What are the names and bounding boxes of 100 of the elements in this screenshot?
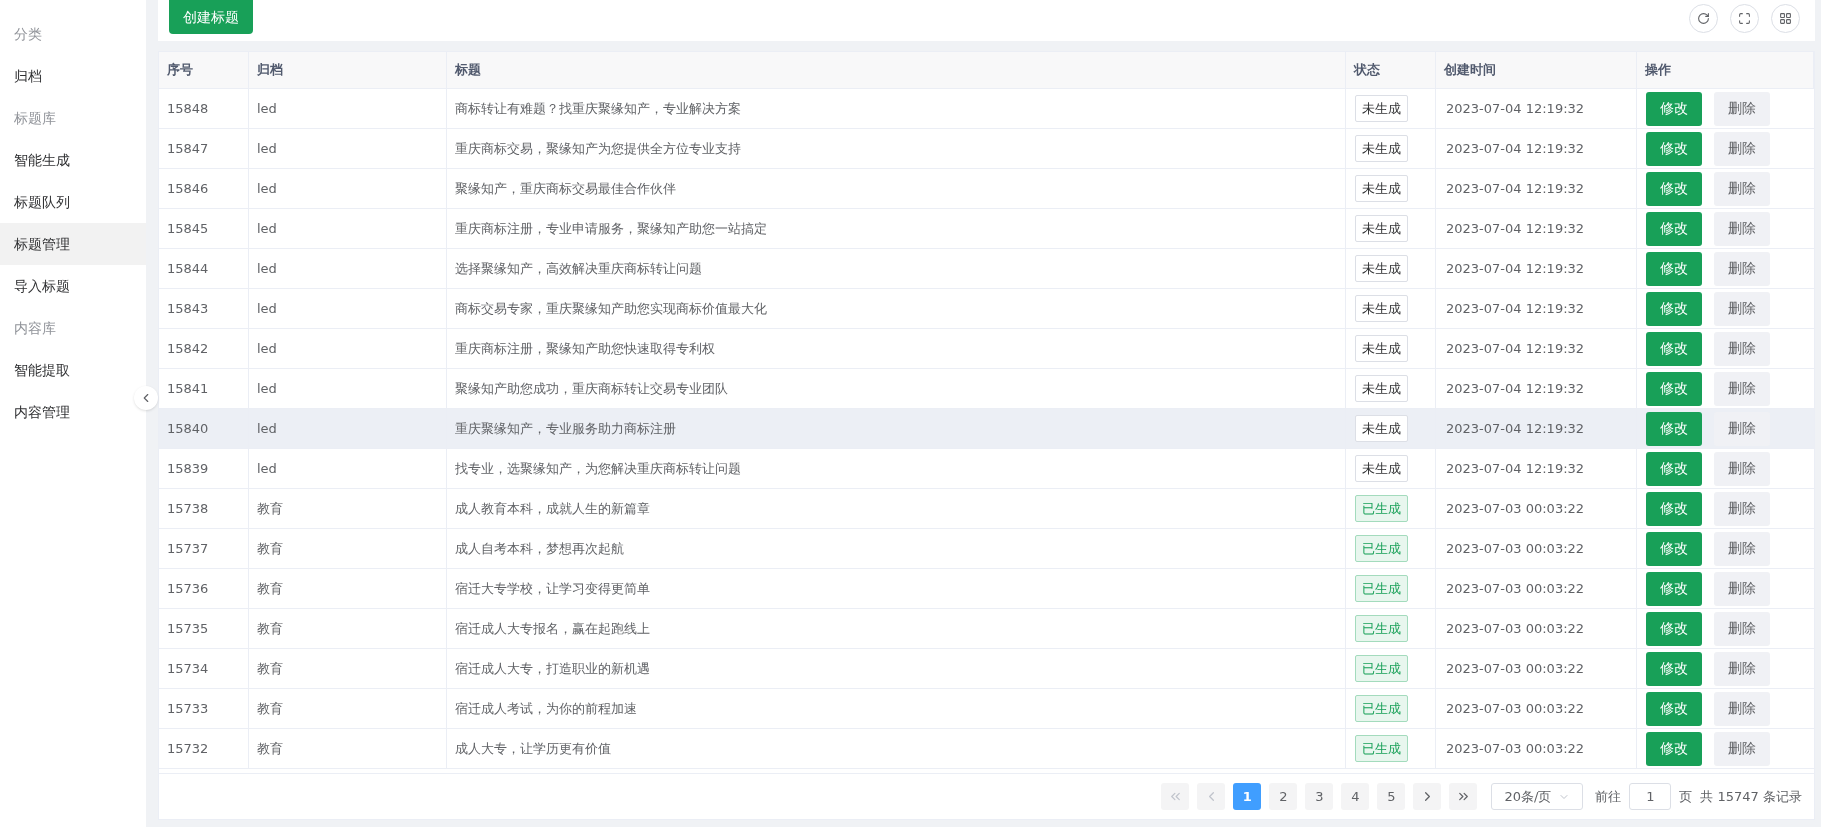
delete-button[interactable]: 删除 xyxy=(1714,171,1770,206)
table-cell-text: 商标交易专家，重庆聚缘知产助您实现商标价值最大化 xyxy=(455,299,767,318)
table-cell-text: 2023-07-04 12:19:32 xyxy=(1446,459,1585,478)
table-cell-text: 宿迁成人考试，为你的前程加速 xyxy=(455,699,637,718)
table-cell-text: 2023-07-03 00:03:22 xyxy=(1446,659,1585,678)
edit-button[interactable]: 修改 xyxy=(1646,731,1702,766)
table-cell-text: 15842 xyxy=(167,339,209,358)
table-cell-text: 2023-07-03 00:03:22 xyxy=(1446,739,1585,758)
table-cell-text: 15733 xyxy=(167,699,209,718)
edit-button[interactable]: 修改 xyxy=(1646,291,1702,326)
column-header: 序号 xyxy=(159,52,249,88)
delete-button[interactable]: 删除 xyxy=(1714,331,1770,366)
status-tag: 已生成 xyxy=(1355,495,1408,522)
goto-page-field[interactable]: 1 xyxy=(1629,783,1672,810)
table-cell-text: 宿迁大专学校，让学习变得更简单 xyxy=(455,579,650,598)
edit-button[interactable]: 修改 xyxy=(1646,371,1702,406)
delete-button[interactable]: 删除 xyxy=(1714,531,1770,566)
page-button[interactable]: 3 xyxy=(1305,783,1334,810)
delete-button[interactable]: 删除 xyxy=(1714,91,1770,126)
edit-button[interactable]: 修改 xyxy=(1646,571,1702,606)
delete-button[interactable]: 删除 xyxy=(1714,251,1770,286)
edit-button[interactable]: 修改 xyxy=(1646,531,1702,566)
delete-button[interactable]: 删除 xyxy=(1714,691,1770,726)
table-cell-text: 15732 xyxy=(167,739,209,758)
edit-button[interactable]: 修改 xyxy=(1646,251,1702,286)
goto-label: 前往 xyxy=(1595,787,1622,806)
status-tag: 未生成 xyxy=(1355,175,1408,202)
edit-button[interactable]: 修改 xyxy=(1646,131,1702,166)
table-cell-text: 教育 xyxy=(257,619,283,638)
column-header: 状态 xyxy=(1346,52,1436,88)
sidebar-item[interactable]: 智能生成 xyxy=(0,139,146,181)
page-button[interactable]: 4 xyxy=(1341,783,1370,810)
table-cell-text: 15841 xyxy=(167,379,209,398)
table-cell-text: 15844 xyxy=(167,259,209,278)
fullscreen-icon xyxy=(1738,12,1751,25)
delete-button[interactable]: 删除 xyxy=(1714,611,1770,646)
table-cell-text: led xyxy=(257,339,277,358)
sidebar-item[interactable]: 归档 xyxy=(0,55,146,97)
edit-button[interactable]: 修改 xyxy=(1646,451,1702,486)
table-cell-text: led xyxy=(257,259,277,278)
delete-button[interactable]: 删除 xyxy=(1714,131,1770,166)
table-cell-text: 教育 xyxy=(257,739,283,758)
table-cell-text: 宿迁成人大专，打造职业的新机遇 xyxy=(455,659,650,678)
table-cell-text: 重庆商标交易，聚缘知产为您提供全方位专业支持 xyxy=(455,139,741,158)
table-cell-text: 2023-07-03 00:03:22 xyxy=(1446,619,1585,638)
status-tag: 已生成 xyxy=(1355,655,1408,682)
column-header: 创建时间 xyxy=(1436,52,1637,88)
delete-button[interactable]: 删除 xyxy=(1714,371,1770,406)
status-tag: 未生成 xyxy=(1355,295,1408,322)
delete-button[interactable]: 删除 xyxy=(1714,411,1770,446)
status-tag: 未生成 xyxy=(1355,455,1408,482)
page-size-select[interactable]: 20条/页 xyxy=(1491,783,1584,810)
status-tag: 已生成 xyxy=(1355,575,1408,602)
edit-button[interactable]: 修改 xyxy=(1646,651,1702,686)
table-cell-text: 成人教育本科，成就人生的新篇章 xyxy=(455,499,650,518)
table-cell-text: 15735 xyxy=(167,619,209,638)
edit-button[interactable]: 修改 xyxy=(1646,491,1702,526)
edit-button[interactable]: 修改 xyxy=(1646,411,1702,446)
table-cell-text: 15736 xyxy=(167,579,209,598)
refresh-icon xyxy=(1697,12,1710,25)
status-tag: 未生成 xyxy=(1355,415,1408,442)
delete-button[interactable]: 删除 xyxy=(1714,211,1770,246)
sidebar-item[interactable]: 智能提取 xyxy=(0,349,146,391)
edit-button[interactable]: 修改 xyxy=(1646,211,1702,246)
sidebar-item[interactable]: 标题管理 xyxy=(0,223,146,265)
table-cell-text: 15848 xyxy=(167,99,209,118)
last-page-button[interactable] xyxy=(1449,783,1478,810)
edit-button[interactable]: 修改 xyxy=(1646,691,1702,726)
table-cell-text: 重庆聚缘知产，专业服务助力商标注册 xyxy=(455,419,676,438)
table-cell-text: 15734 xyxy=(167,659,209,678)
sidebar-group-label: 分类 xyxy=(13,24,43,44)
table-cell-text: 找专业，选聚缘知产，为您解决重庆商标转让问题 xyxy=(455,459,741,478)
collapse-button[interactable] xyxy=(134,386,158,410)
edit-button[interactable]: 修改 xyxy=(1646,171,1702,206)
edit-button[interactable]: 修改 xyxy=(1646,91,1702,126)
delete-button[interactable]: 删除 xyxy=(1714,451,1770,486)
table-cell-text: 2023-07-03 00:03:22 xyxy=(1446,539,1585,558)
delete-button[interactable]: 删除 xyxy=(1714,731,1770,766)
sidebar-item[interactable]: 标题队列 xyxy=(0,181,146,223)
sidebar-item[interactable]: 导入标题 xyxy=(0,265,146,307)
table-cell-text: led xyxy=(257,99,277,118)
delete-button[interactable]: 删除 xyxy=(1714,571,1770,606)
sidebar-item[interactable]: 内容管理 xyxy=(0,391,146,433)
delete-button[interactable]: 删除 xyxy=(1714,291,1770,326)
delete-button[interactable]: 删除 xyxy=(1714,651,1770,686)
table-cell-text: 选择聚缘知产，高效解决重庆商标转让问题 xyxy=(455,259,702,278)
table-cell-text: 2023-07-03 00:03:22 xyxy=(1446,699,1585,718)
table-cell-text: 2023-07-04 12:19:32 xyxy=(1446,99,1585,118)
edit-button[interactable]: 修改 xyxy=(1646,331,1702,366)
delete-button[interactable]: 删除 xyxy=(1714,491,1770,526)
table-cell-text: 2023-07-03 00:03:22 xyxy=(1446,499,1585,518)
edit-button[interactable]: 修改 xyxy=(1646,611,1702,646)
table-cell-text: 聚缘知产助您成功，重庆商标转让交易专业团队 xyxy=(455,379,728,398)
table-cell-text: 教育 xyxy=(257,699,283,718)
page-button[interactable]: 2 xyxy=(1269,783,1298,810)
create-title-button[interactable]: 创建标题 xyxy=(169,0,253,34)
page-button[interactable]: 5 xyxy=(1377,783,1406,810)
table-cell-text: 15839 xyxy=(167,459,209,478)
next-page-button[interactable] xyxy=(1413,783,1442,810)
grid-icon xyxy=(1779,12,1792,25)
